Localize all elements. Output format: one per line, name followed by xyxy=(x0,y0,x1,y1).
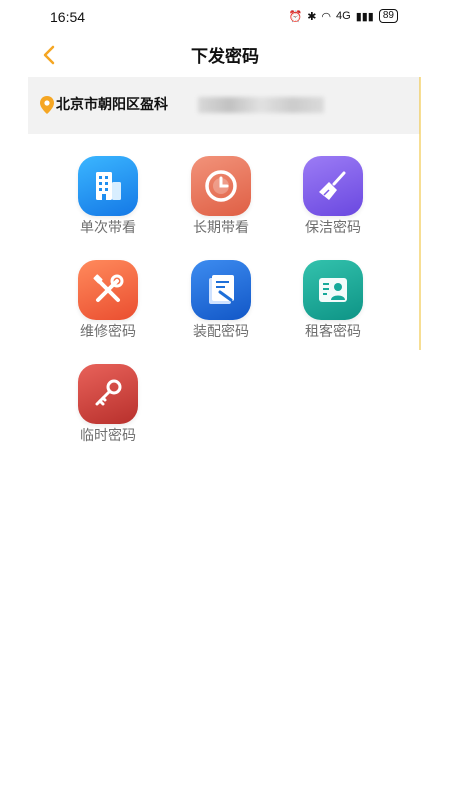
document-icon xyxy=(191,260,251,320)
status-icons: ⏰ ✱ ◠ 4G ▮▮▮ 89 xyxy=(288,9,398,23)
menu-item-repair-password[interactable]: 维修密码 xyxy=(63,260,153,341)
tools-icon xyxy=(78,260,138,320)
menu-item-tenant-password[interactable]: 租客密码 xyxy=(288,260,378,341)
menu-item-label: 单次带看 xyxy=(80,220,136,236)
edge-divider xyxy=(419,77,421,350)
menu-item-long-term-viewing[interactable]: 长期带看 xyxy=(176,156,266,237)
signal-icon: ▮▮▮ xyxy=(355,10,374,23)
page-title: 下发密码 xyxy=(191,47,259,67)
menu-item-label: 临时密码 xyxy=(80,428,136,444)
network-label: 4G xyxy=(336,10,351,22)
wifi-icon: ◠ xyxy=(321,10,332,23)
menu-item-label: 维修密码 xyxy=(80,324,136,340)
location-pin-icon xyxy=(40,96,54,114)
address-bar[interactable]: 北京市朝阳区盈科 xyxy=(28,77,420,134)
menu-item-label: 长期带看 xyxy=(193,220,249,236)
menu-item-assembly-password[interactable]: 装配密码 xyxy=(176,260,266,341)
menu-item-label: 保洁密码 xyxy=(305,220,361,236)
bluetooth-icon: ✱ xyxy=(307,10,317,23)
broom-icon xyxy=(303,156,363,216)
battery-icon: 89 xyxy=(378,9,398,23)
address-redacted xyxy=(198,97,324,113)
menu-item-label: 装配密码 xyxy=(193,324,249,340)
header: 下发密码 xyxy=(0,34,450,76)
alarm-icon: ⏰ xyxy=(288,10,303,23)
status-time: 16:54 xyxy=(50,9,86,25)
menu-item-label: 租客密码 xyxy=(305,324,361,340)
menu-item-single-viewing[interactable]: 单次带看 xyxy=(63,156,153,237)
tenant-card-icon xyxy=(303,260,363,320)
address-text: 北京市朝阳区盈科 xyxy=(56,97,168,113)
key-icon xyxy=(78,364,138,424)
building-icon xyxy=(78,156,138,216)
status-bar: 16:54 ⏰ ✱ ◠ 4G ▮▮▮ 89 xyxy=(0,0,450,34)
menu-item-cleaning-password[interactable]: 保洁密码 xyxy=(288,156,378,237)
menu-item-temporary-password[interactable]: 临时密码 xyxy=(63,364,153,445)
clock-icon xyxy=(191,156,251,216)
